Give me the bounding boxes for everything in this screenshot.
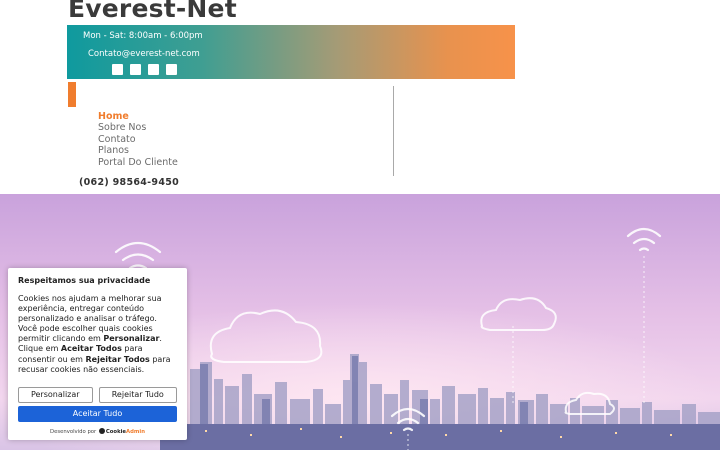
powered-by[interactable]: Desenvolvido por CookieAdmin [18, 427, 177, 435]
cookie-text-bold: Aceitar Todos [60, 344, 122, 354]
phone-number[interactable]: (062) 98564-9450 [79, 177, 179, 188]
cookie-text-bold: Rejeitar Todos [85, 354, 150, 364]
cookie-banner-title: Respeitamos sua privacidade [18, 276, 151, 285]
cookie-text-bold: Personalizar [103, 334, 160, 344]
page: Everest-Net Mon - Sat: 8:00am - 6:00pm C… [0, 0, 720, 450]
vertical-divider [393, 86, 394, 176]
site-title[interactable]: Everest-Net [68, 0, 237, 23]
menu-toggle-accent[interactable] [68, 82, 76, 107]
cookie-button-row: Personalizar Rejeitar Tudo [18, 386, 177, 403]
powered-by-brand-accent: Admin [126, 428, 146, 435]
reject-all-button[interactable]: Rejeitar Tudo [98, 386, 177, 403]
nav-item-contato[interactable]: Contato [98, 134, 178, 145]
social-icon[interactable] [148, 64, 159, 75]
social-links [112, 64, 177, 75]
customize-cookies-button[interactable]: Personalizar [18, 386, 93, 403]
cookie-consent-banner: Respeitamos sua privacidade Cookies nos … [8, 268, 187, 440]
cookie-banner-text: Cookies nos ajudam a melhorar sua experi… [18, 294, 177, 375]
social-icon[interactable] [166, 64, 177, 75]
powered-by-brand: Cookie [105, 428, 127, 435]
accept-all-button[interactable]: Aceitar Tudo [18, 405, 177, 422]
cookieadmin-logo-icon [98, 427, 105, 434]
social-icon[interactable] [130, 64, 141, 75]
nav-item-home[interactable]: Home [98, 111, 178, 122]
nav-item-portal-do-cliente[interactable]: Portal Do Cliente [98, 157, 178, 168]
contact-topbar: Mon - Sat: 8:00am - 6:00pm Contato@evere… [67, 25, 515, 79]
nav-item-sobre-nos[interactable]: Sobre Nos [98, 122, 178, 133]
main-nav: Home Sobre Nos Contato Planos Portal Do … [98, 111, 178, 168]
social-icon[interactable] [112, 64, 123, 75]
contact-email[interactable]: Contato@everest-net.com [88, 49, 200, 59]
opening-hours: Mon - Sat: 8:00am - 6:00pm [83, 31, 203, 41]
nav-item-planos[interactable]: Planos [98, 145, 178, 156]
powered-by-prefix: Desenvolvido por [49, 428, 97, 435]
